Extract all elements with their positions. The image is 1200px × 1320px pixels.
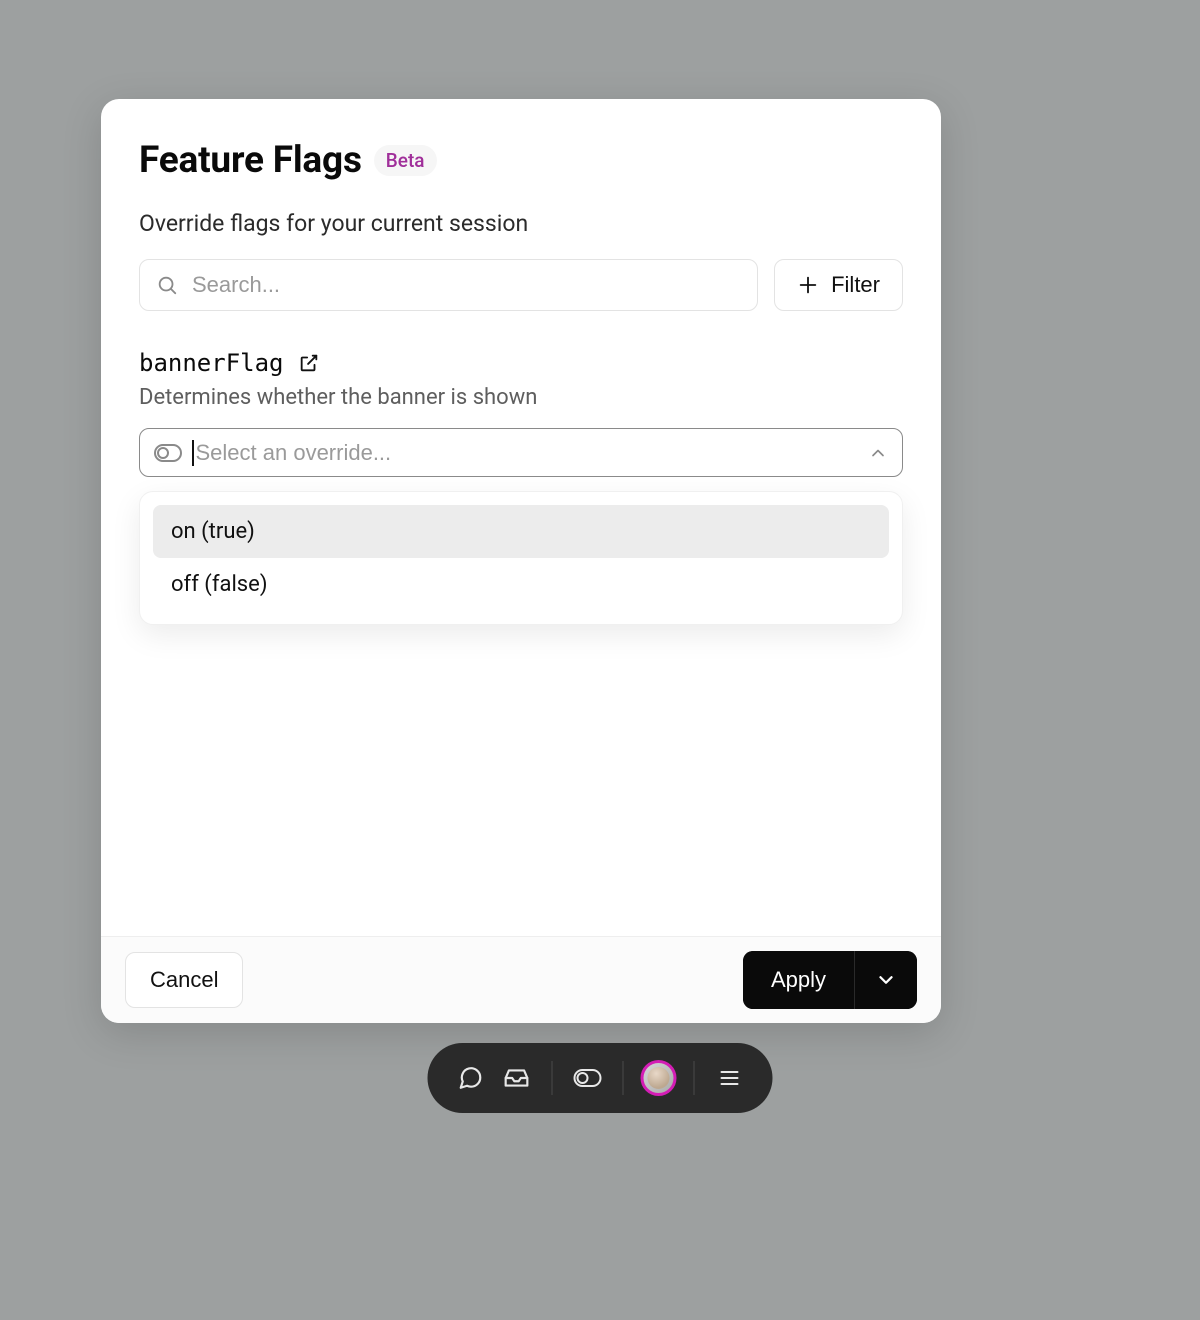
override-dropdown: on (true) off (false) bbox=[139, 491, 903, 625]
override-input[interactable] bbox=[196, 440, 859, 466]
override-option-on[interactable]: on (true) bbox=[153, 505, 889, 558]
plus-icon bbox=[797, 274, 819, 296]
bottom-toolbar bbox=[428, 1043, 773, 1113]
toolbar-separator bbox=[694, 1061, 695, 1095]
apply-button[interactable]: Apply bbox=[743, 951, 854, 1009]
override-combobox[interactable] bbox=[139, 428, 903, 477]
search-input[interactable] bbox=[192, 272, 741, 298]
chevron-up-icon bbox=[868, 443, 888, 463]
modal-footer: Cancel Apply bbox=[101, 936, 941, 1023]
combobox-toggle-button[interactable] bbox=[868, 443, 888, 463]
flag-name-row: bannerFlag bbox=[139, 349, 903, 377]
cancel-button[interactable]: Cancel bbox=[125, 952, 243, 1008]
flag-block: bannerFlag Determines whether the banner… bbox=[139, 349, 903, 625]
search-filter-row: Filter bbox=[139, 259, 903, 311]
modal-title: Feature Flags bbox=[139, 139, 362, 182]
toolbar-separator bbox=[623, 1061, 624, 1095]
title-row: Feature Flags Beta bbox=[139, 139, 903, 182]
menu-icon bbox=[718, 1066, 742, 1090]
comment-button[interactable] bbox=[450, 1057, 492, 1099]
user-avatar bbox=[641, 1060, 677, 1096]
toolbar-separator bbox=[552, 1061, 553, 1095]
text-caret bbox=[192, 440, 194, 466]
filter-button-label: Filter bbox=[831, 272, 880, 298]
toggle-icon bbox=[154, 444, 182, 462]
inbox-icon bbox=[504, 1065, 530, 1091]
inbox-button[interactable] bbox=[496, 1057, 538, 1099]
beta-badge: Beta bbox=[374, 145, 437, 176]
flag-description: Determines whether the banner is shown bbox=[139, 385, 903, 410]
preview-button[interactable] bbox=[567, 1057, 609, 1099]
menu-button[interactable] bbox=[709, 1057, 751, 1099]
modal-body: Feature Flags Beta Override flags for yo… bbox=[101, 99, 941, 936]
avatar-button[interactable] bbox=[638, 1057, 680, 1099]
search-field[interactable] bbox=[139, 259, 758, 311]
filter-button[interactable]: Filter bbox=[774, 259, 903, 311]
chevron-down-icon bbox=[875, 969, 897, 991]
eye-icon bbox=[574, 1069, 602, 1087]
apply-more-button[interactable] bbox=[854, 951, 917, 1009]
search-icon bbox=[156, 274, 178, 296]
external-link-icon[interactable] bbox=[298, 352, 320, 374]
feature-flags-modal: Feature Flags Beta Override flags for yo… bbox=[101, 99, 941, 1023]
apply-button-group: Apply bbox=[743, 951, 917, 1009]
flag-name: bannerFlag bbox=[139, 349, 284, 377]
comment-icon bbox=[458, 1065, 484, 1091]
modal-subtitle: Override flags for your current session bbox=[139, 210, 903, 237]
override-option-off[interactable]: off (false) bbox=[153, 558, 889, 611]
